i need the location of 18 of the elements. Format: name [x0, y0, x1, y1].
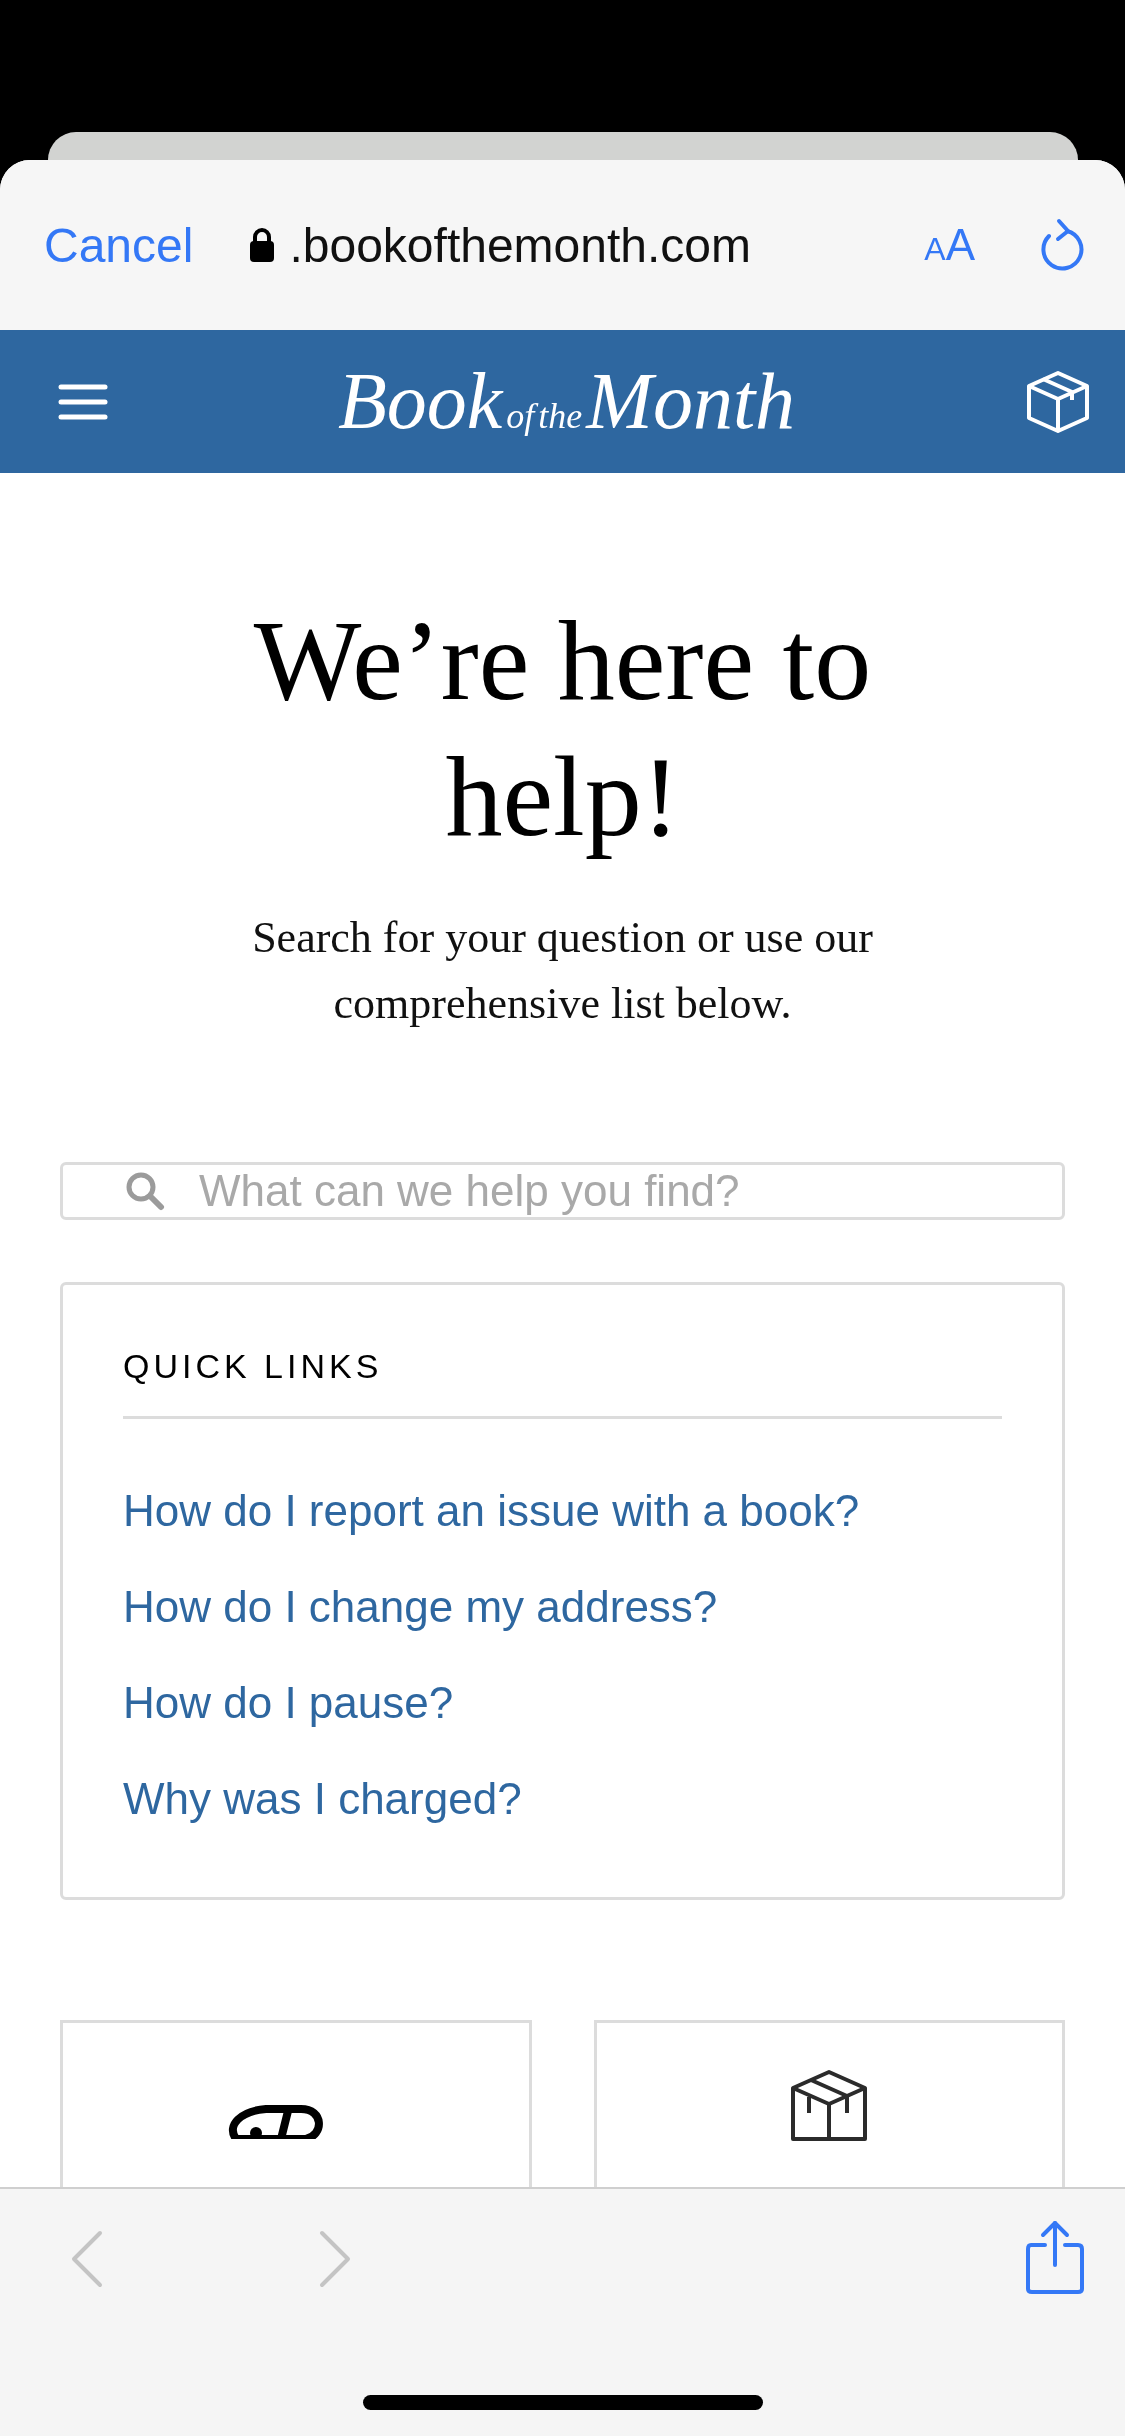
text-size-button[interactable]: AA	[924, 220, 975, 270]
cancel-button[interactable]: Cancel	[44, 217, 194, 273]
help-link[interactable]: Why was I charged?	[123, 1751, 522, 1847]
page-heading: We’re here to help!	[252, 596, 873, 862]
share-icon[interactable]	[1025, 2219, 1085, 2295]
help-link[interactable]: How do I change my address?	[123, 1559, 718, 1655]
box-icon[interactable]	[1025, 369, 1091, 434]
search-field[interactable]: What can we help you find?	[60, 1162, 1065, 1220]
site-logo[interactable]: BookoftheMonth	[337, 356, 796, 447]
help-link[interactable]: How do I report an issue with a book?	[123, 1463, 860, 1559]
quick-links-heading: QUICK LINKS	[123, 1347, 383, 1386]
help-link[interactable]: How do I pause?	[123, 1655, 454, 1751]
search-icon	[125, 1171, 165, 1211]
box-icon	[789, 2069, 870, 2141]
lock-icon	[249, 227, 276, 263]
page-subtitle: Search for your question or use our comprehensive list below.	[251, 912, 874, 1030]
url-text[interactable]: .bookofthemonth.com	[289, 217, 752, 273]
menu-icon[interactable]	[58, 382, 108, 421]
